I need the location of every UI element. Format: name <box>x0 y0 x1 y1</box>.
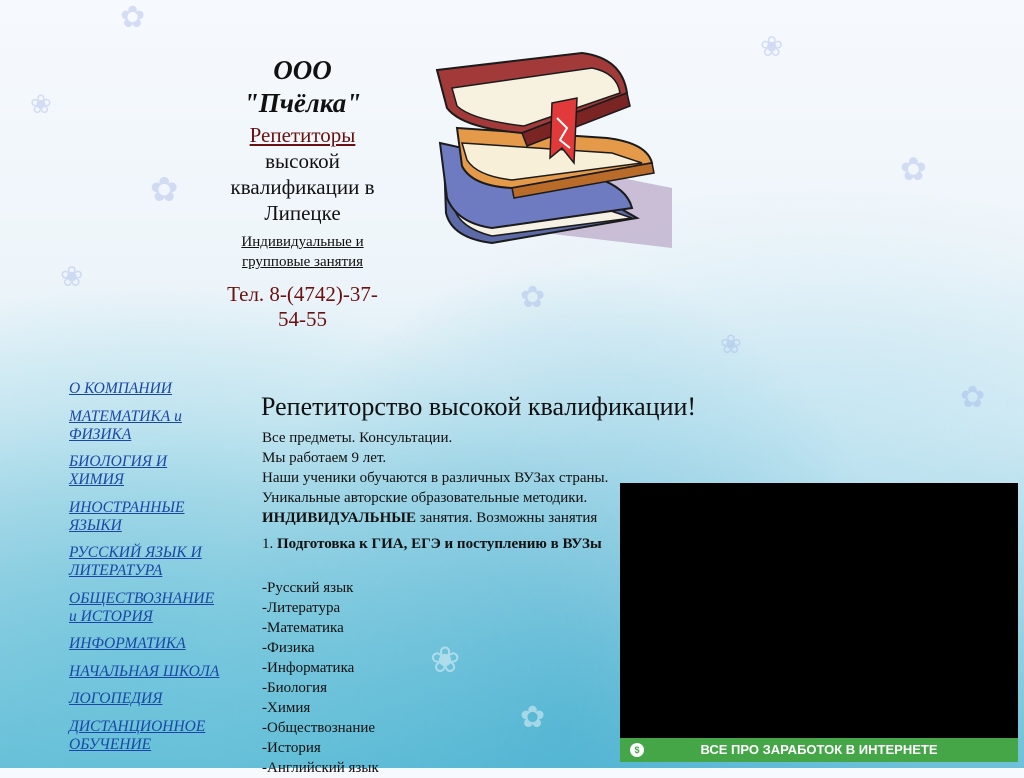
books-illustration <box>435 51 672 248</box>
earnings-banner[interactable]: $ ВСЕ ПРО ЗАРАБОТОК В ИНТЕРНЕТЕ <box>620 738 1018 762</box>
brand-block: ООО "Пчёлка" Репетиторы высокой квалифик… <box>215 54 390 332</box>
prep-number: 1. <box>262 536 277 552</box>
banner-text-bold: ЗАРАБОТОК В ИНТЕРНЕТЕ <box>762 742 938 757</box>
phone-number: Тел. 8-(4742)-37-54-55 <box>227 282 378 331</box>
butterfly-decoration: ❀ <box>60 260 84 293</box>
banner-text-normal: ВСЕ ПРО <box>700 742 763 757</box>
company-prefix: ООО <box>273 55 332 85</box>
video-overlay[interactable] <box>620 483 1018 738</box>
nav-item-russian-literature[interactable]: РУССКИЙ ЯЗЫК И ЛИТЕРАТУРА <box>69 544 225 580</box>
individual-rest: занятия. Возможны занятия <box>415 510 598 526</box>
company-name: "Пчёлка" <box>243 88 362 118</box>
butterfly-decoration: ✿ <box>900 150 927 188</box>
butterfly-decoration: ❀ <box>760 30 784 63</box>
butterfly-decoration: ✿ <box>150 170 179 210</box>
nav-item-social-history[interactable]: ОБЩЕСТВОЗНАНИЕ и ИСТОРИЯ <box>69 590 225 626</box>
intro-line: Все предметы. Консультации. <box>262 430 453 446</box>
nav-item-math-physics[interactable]: МАТЕМАТИКА и ФИЗИКА <box>69 408 225 444</box>
nav-item-company[interactable]: О КОМПАНИИ <box>69 380 225 398</box>
individual-bold: ИНДИВИДУАЛЬНЫЕ <box>262 510 416 526</box>
main-navigation: О КОМПАНИИ МАТЕМАТИКА и ФИЗИКА БИОЛОГИЯ … <box>69 380 225 763</box>
intro-line: Мы работаем 9 лет. <box>262 450 387 466</box>
butterfly-decoration: ✿ <box>520 280 546 315</box>
groups-link[interactable]: Индивидуальные и групповые занятия <box>215 232 390 272</box>
dollar-icon: $ <box>630 743 644 757</box>
nav-item-informatics[interactable]: ИНФОРМАТИКА <box>69 635 225 653</box>
butterfly-decoration: ✿ <box>960 380 986 415</box>
tutors-description: высокой квалификации в Липецке <box>230 149 375 225</box>
butterfly-decoration: ❀ <box>720 330 742 360</box>
nav-item-biology-chemistry[interactable]: БИОЛОГИЯ И ХИМИЯ <box>69 453 225 489</box>
nav-item-primary-school[interactable]: НАЧАЛЬНАЯ ШКОЛА <box>69 663 225 681</box>
tutors-link[interactable]: Репетиторы <box>215 122 390 148</box>
nav-item-distance-learning[interactable]: ДИСТАНЦИОННОЕ ОБУЧЕНИЕ <box>69 718 225 754</box>
butterfly-decoration: ❀ <box>30 90 52 120</box>
prep-bold: Подготовка к ГИА, ЕГЭ и поступлению в ВУ… <box>277 536 602 552</box>
nav-item-speech-therapy[interactable]: ЛОГОПЕДИЯ <box>69 690 225 708</box>
nav-item-foreign-languages[interactable]: ИНОСТРАННЫЕ ЯЗЫКИ <box>69 499 225 535</box>
page-title: Репетиторство высокой квалификации! <box>261 392 697 421</box>
butterfly-decoration: ✿ <box>120 0 146 35</box>
